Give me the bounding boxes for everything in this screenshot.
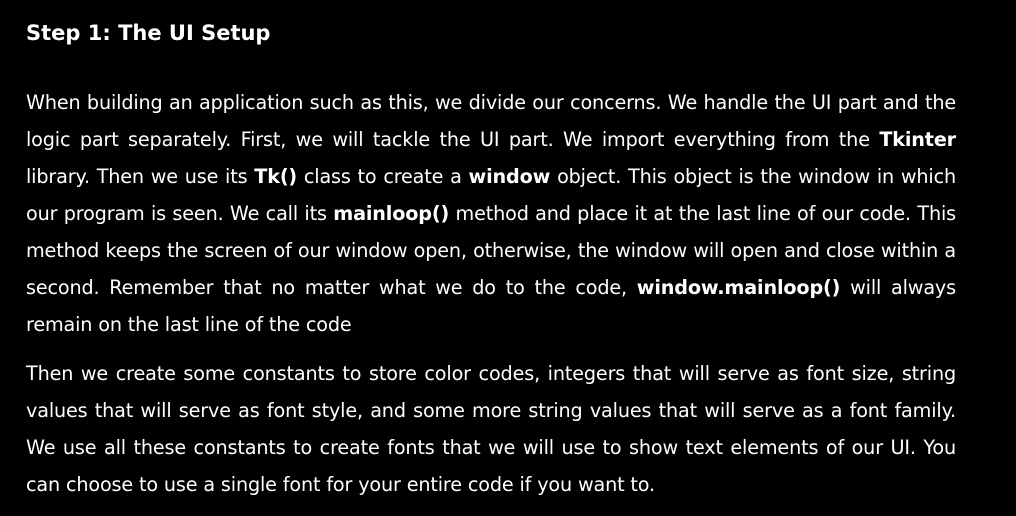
code-term-window: window: [468, 165, 551, 188]
code-term-mainloop: mainloop(): [333, 202, 450, 225]
paragraph-constants: Then we create some constants to store c…: [26, 362, 956, 496]
paragraph-ui-setup: When building an application such as thi…: [26, 84, 956, 343]
code-term-tkinter: Tkinter: [879, 128, 956, 151]
code-term-tk: Tk(): [254, 165, 298, 188]
text-run: library. Then we use its: [26, 165, 255, 188]
article-page: Step 1: The UI Setup When building an ap…: [0, 0, 1016, 516]
text-run: When building an application such as thi…: [26, 91, 956, 151]
text-run: class to create a: [297, 165, 469, 188]
code-term-window-mainloop: window.mainloop(): [636, 276, 841, 299]
section-heading: Step 1: The UI Setup: [26, 21, 271, 45]
